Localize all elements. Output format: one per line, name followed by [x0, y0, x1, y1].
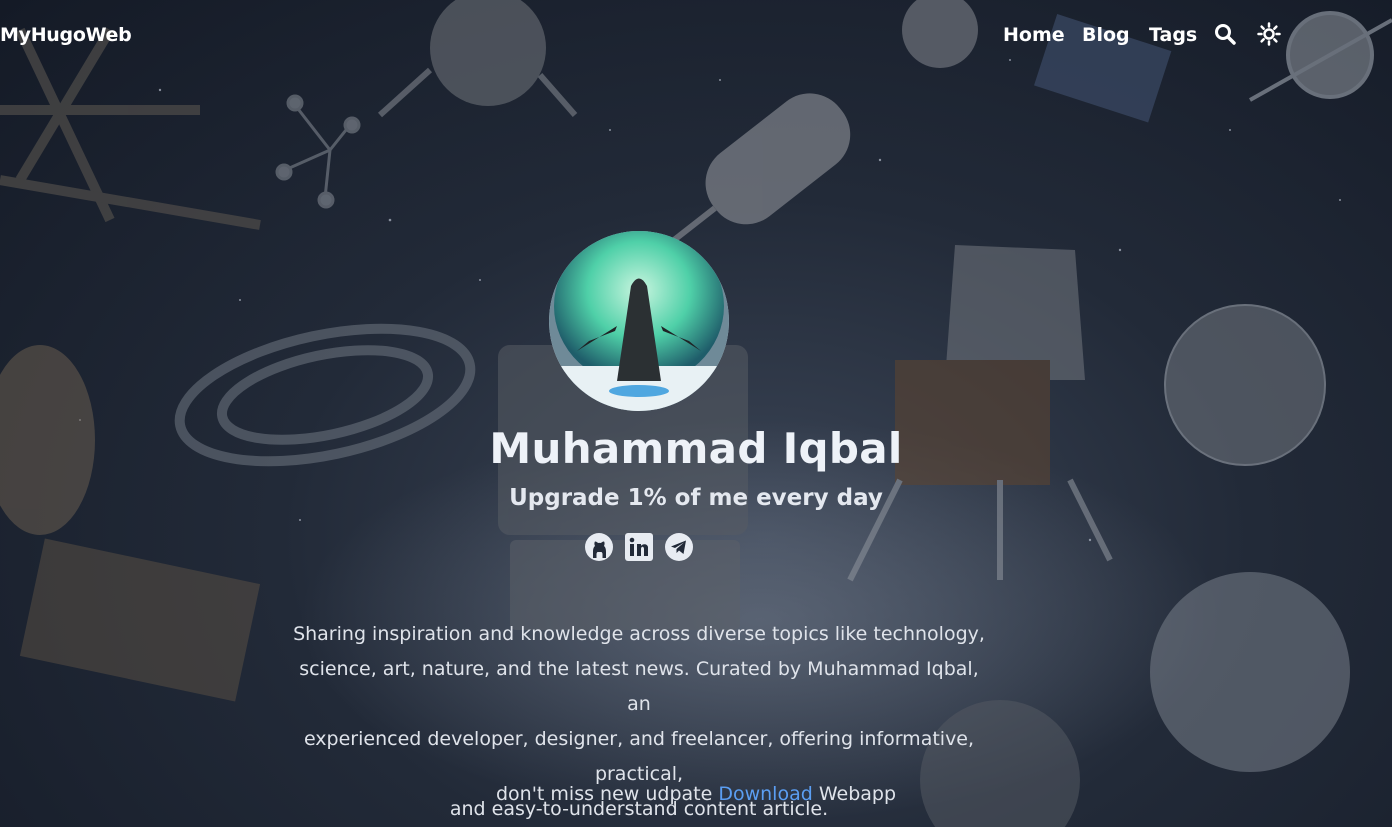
avatar-image — [549, 231, 729, 411]
search-icon[interactable] — [1213, 22, 1237, 46]
description-line: experienced developer, designer, and fre… — [303, 728, 975, 785]
profile-avatar — [549, 231, 729, 411]
cta-suffix: Webapp — [818, 783, 897, 805]
profile-name: Muhammad Iqbal — [489, 424, 903, 473]
description-line: science, art, nature, and the latest new… — [299, 658, 979, 715]
nav-link-tags[interactable]: Tags — [1149, 24, 1197, 46]
download-cta: don't miss new udpate Download Webapp — [0, 783, 1392, 805]
nav-link-home[interactable]: Home — [1003, 24, 1065, 46]
cta-prefix: don't miss new udpate — [495, 783, 713, 805]
linkedin-icon[interactable] — [624, 532, 654, 562]
theme-toggle-icon[interactable] — [1257, 22, 1281, 46]
site-brand[interactable]: MyHugoWeb — [0, 24, 132, 46]
nav-link-blog[interactable]: Blog — [1082, 24, 1130, 46]
profile-tagline: Upgrade 1% of me every day — [509, 485, 883, 511]
github-icon[interactable] — [584, 532, 614, 562]
top-navbar: MyHugoWeb Home Blog Tags — [0, 0, 1392, 70]
telegram-icon[interactable] — [664, 532, 694, 562]
description-line: Sharing inspiration and knowledge across… — [293, 623, 985, 645]
download-link[interactable]: Download — [718, 783, 812, 805]
